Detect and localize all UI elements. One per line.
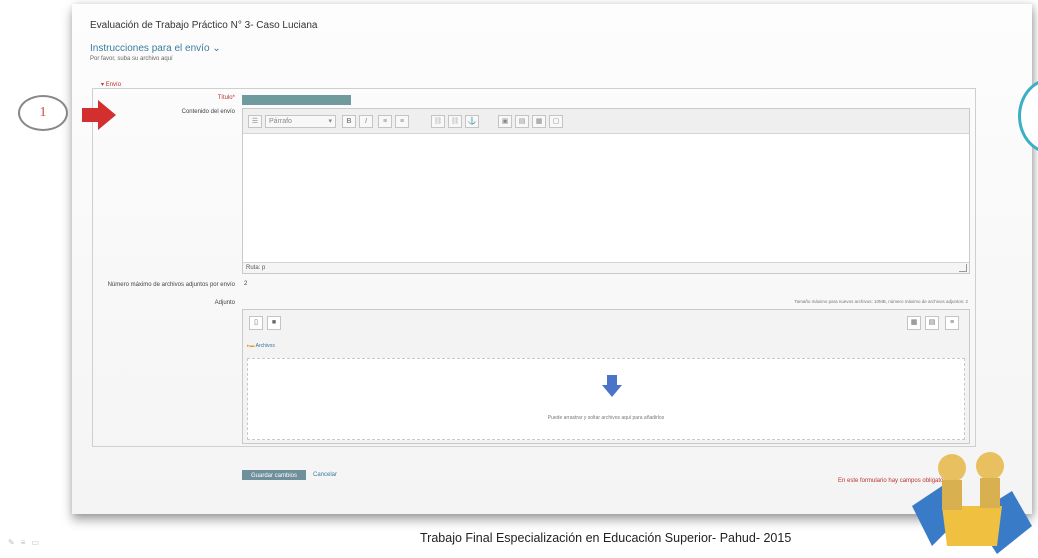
table-icon[interactable]: ▦ — [532, 115, 546, 128]
menu-icon[interactable]: ≡ — [21, 538, 32, 547]
pointer-arrow-icon — [82, 100, 116, 130]
format-select-value: Párrafo — [269, 118, 292, 125]
anchor-icon[interactable]: ⚓ — [465, 115, 479, 128]
numbered-list-icon[interactable]: ≡ — [395, 115, 409, 128]
fieldset-legend[interactable]: ▾ Envío — [98, 81, 125, 88]
tree-view-icon[interactable]: ≡ — [945, 316, 959, 330]
folder-icon: ▸▬ — [247, 343, 255, 349]
bullet-list-icon[interactable]: ≡ — [378, 115, 392, 128]
paragraph-format-icon[interactable]: ☰ — [248, 115, 262, 128]
instructions-subtext: Por favor, suba su archivo aquí — [90, 56, 173, 62]
file-path-breadcrumb[interactable]: ▸▬ Archivos — [247, 343, 275, 349]
list-view-icon[interactable]: ▤ — [925, 316, 939, 330]
puzzle-figures-illustration — [912, 452, 1032, 554]
camera-icon[interactable]: ▭ — [31, 538, 45, 547]
format-select[interactable]: Párrafo ▾ — [265, 115, 336, 128]
page-title: Evaluación de Trabajo Práctico N° 3- Cas… — [90, 20, 318, 31]
chevron-down-icon: ▾ — [328, 118, 332, 125]
save-button[interactable]: Guardar cambios — [242, 470, 306, 480]
cancel-link[interactable]: Cancelar — [313, 470, 337, 480]
unlink-icon[interactable]: ⛓ — [448, 115, 462, 128]
new-file-icon[interactable]: ▯ — [249, 316, 263, 330]
html-icon[interactable]: ▢ — [549, 115, 563, 128]
folder-icon[interactable]: ■ — [267, 316, 281, 330]
media-icon[interactable]: ▤ — [515, 115, 529, 128]
max-files-value: 2 — [244, 281, 248, 287]
editor-status-bar: Ruta: p — [243, 262, 969, 273]
drop-zone[interactable]: Puede arrastrar y soltar archivos aquí p… — [247, 358, 965, 440]
image-icon[interactable]: ▣ — [498, 115, 512, 128]
grid-view-icon[interactable]: ▦ — [907, 316, 921, 330]
title-label: Título* — [217, 95, 235, 101]
content-editor[interactable]: ☰ Párrafo ▾ B I ≡ ≡ ⛓ ⛓ ⚓ ▣ ▤ ▦ ▢ Ruta: p — [242, 108, 970, 274]
title-input[interactable] — [242, 95, 351, 105]
drop-zone-text: Puede arrastrar y soltar archivos aquí p… — [547, 415, 665, 421]
instructions-link-label[interactable]: Instrucciones para el envío — [90, 43, 210, 54]
bold-icon[interactable]: B — [342, 115, 356, 128]
editor-toolbar: ☰ Párrafo ▾ B I ≡ ≡ ⛓ ⛓ ⚓ ▣ ▤ ▦ ▢ — [243, 109, 969, 134]
footer-text: Trabajo Final Especialización en Educaci… — [420, 531, 792, 545]
attachment-label: Adjunto — [214, 300, 235, 306]
step-number-badge: 1 — [18, 95, 68, 131]
italic-icon[interactable]: I — [359, 115, 373, 128]
slide-navigation[interactable]: ✎≡▭ — [8, 538, 45, 547]
content-label: Contenido del envío — [181, 109, 235, 115]
editor-path: Ruta: p — [246, 265, 266, 271]
file-path-label[interactable]: Archivos — [256, 343, 275, 349]
fieldset-legend-label: Envío — [105, 82, 122, 88]
download-arrow-icon — [602, 375, 622, 397]
title-label-text: Título — [217, 95, 233, 101]
max-files-label: Número máximo de archivos adjuntos por e… — [107, 282, 235, 288]
link-icon[interactable]: ⛓ — [431, 115, 445, 128]
pen-icon[interactable]: ✎ — [8, 538, 21, 547]
chevron-down-icon[interactable]: ⌄ — [212, 43, 220, 54]
filesize-note: Tamaño máximo para nuevos archivos: 10MB… — [794, 299, 968, 304]
collapse-icon[interactable]: ▾ — [101, 82, 104, 88]
resize-handle[interactable] — [959, 264, 967, 272]
instructions-link[interactable]: Instrucciones para el envío ⌄ — [90, 43, 221, 54]
file-manager: ▯ ■ ▦ ▤ ≡ ▸▬ Archivos Puede arrastrar y … — [242, 309, 970, 444]
